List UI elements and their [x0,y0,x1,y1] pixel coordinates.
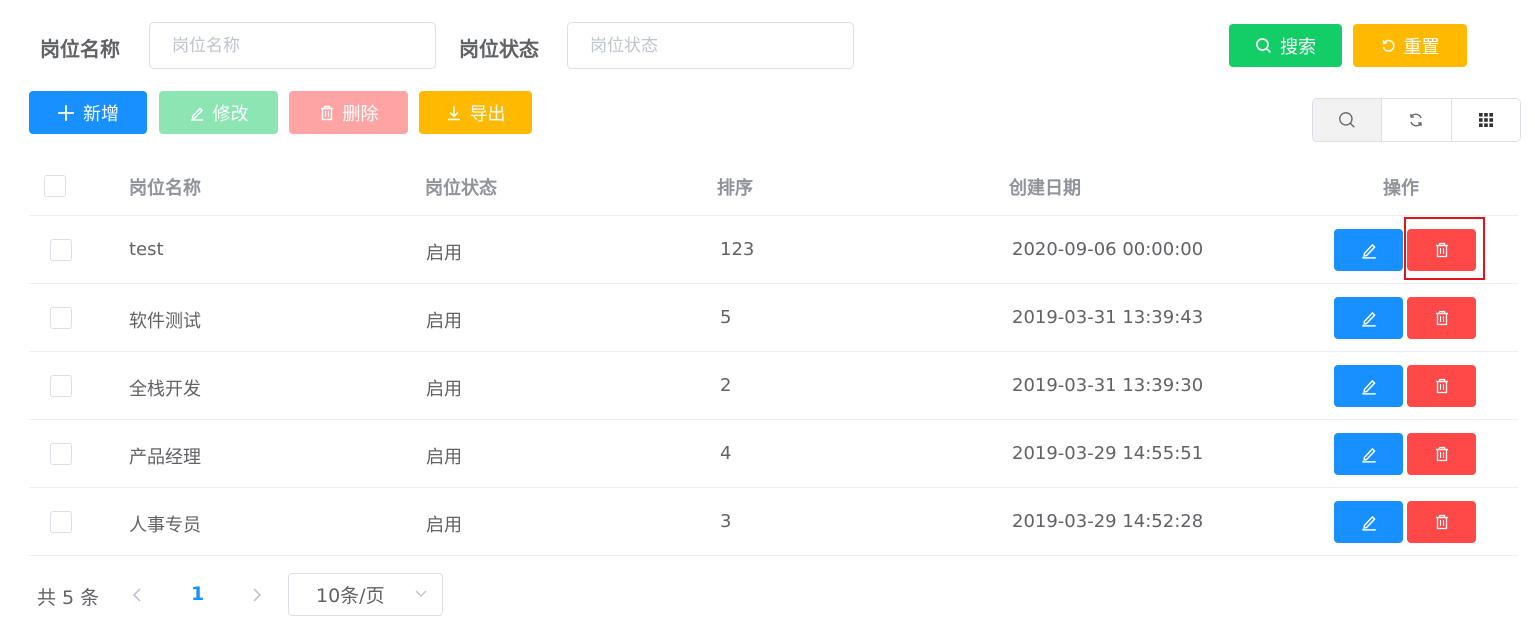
reset-button[interactable]: 重置 [1353,24,1467,67]
cell-created-date: 2019-03-31 13:39:30 [1012,375,1204,396]
delete-button[interactable]: 删除 [289,91,408,134]
row-checkbox[interactable] [50,443,72,465]
edit-icon [1361,311,1376,327]
table-header: 岗位名称 岗位状态 排序 创建日期 操作 [29,152,1518,216]
edit-button-label: 修改 [212,103,249,125]
search-button-label: 搜索 [1280,36,1316,58]
cell-post-name: test [129,239,164,260]
download-icon [447,105,460,120]
edit-button[interactable]: 修改 [159,91,278,134]
post-status-select[interactable] [567,22,854,69]
cell-created-date: 2020-09-06 00:00:00 [1012,239,1204,260]
trash-icon [1435,378,1448,394]
reset-button-label: 重置 [1403,36,1440,58]
pagination-total: 共 5 条 [37,587,100,609]
trash-icon [1435,242,1448,258]
row-delete-button[interactable] [1407,229,1476,271]
column-header-actions: 操作 [1383,178,1419,199]
trash-icon [1435,310,1448,326]
next-page-icon[interactable] [251,584,263,606]
column-header-name: 岗位名称 [129,178,201,199]
columns-button[interactable] [1451,99,1520,141]
search-icon [1339,112,1355,128]
page-size-select[interactable]: 10条/页 [288,573,443,616]
row-checkbox[interactable] [50,239,72,261]
row-delete-button[interactable] [1407,297,1476,339]
cell-post-name: 人事专员 [129,515,201,536]
export-button-label: 导出 [469,103,506,125]
trash-icon [1435,446,1448,462]
row-edit-button[interactable] [1334,433,1403,475]
chevron-down-icon [415,590,427,597]
column-header-sort: 排序 [717,178,753,199]
edit-icon [1361,379,1376,395]
search-icon [1256,38,1272,54]
cell-post-status: 启用 [426,379,462,400]
cell-post-name: 产品经理 [129,447,201,468]
edit-icon [1361,447,1376,463]
table-row: 全栈开发 启用 2 2019-03-31 13:39:30 [29,352,1518,420]
cell-created-date: 2019-03-31 13:39:43 [1012,307,1204,328]
row-edit-button[interactable] [1334,365,1403,407]
post-table: 岗位名称 岗位状态 排序 创建日期 操作 test 启用 123 2020-09-06… [29,152,1518,556]
cell-post-status: 启用 [426,447,462,468]
cell-post-name: 全栈开发 [129,379,201,400]
cell-created-date: 2019-03-29 14:52:28 [1012,511,1204,532]
edit-icon [1361,515,1376,531]
refresh-button[interactable] [1382,99,1452,141]
export-button[interactable]: 导出 [419,91,532,134]
row-delete-button[interactable] [1407,365,1476,407]
cell-sort: 4 [720,443,732,464]
table-body: test 启用 123 2020-09-06 00:00:00 软件测试 启用 5 2019-… [29,216,1518,556]
plus-icon [58,104,74,121]
refresh-icon [1410,113,1423,127]
toggle-search-button[interactable] [1313,99,1383,141]
right-toolbar [1312,98,1521,142]
trash-icon [1435,514,1448,530]
page-size-value: 10条/页 [316,585,385,607]
row-delete-button[interactable] [1407,501,1476,543]
column-header-status: 岗位状态 [425,178,497,199]
cell-created-date: 2019-03-29 14:55:51 [1012,443,1204,464]
cell-post-status: 启用 [426,243,462,264]
cell-post-name: 软件测试 [129,311,201,332]
search-button[interactable]: 搜索 [1229,24,1342,67]
cell-post-status: 启用 [426,311,462,332]
row-edit-button[interactable] [1334,229,1403,271]
prev-page-icon[interactable] [131,584,143,606]
cell-post-status: 启用 [426,515,462,536]
cell-sort: 2 [720,375,732,396]
cell-sort: 3 [720,511,732,532]
columns-grid-icon [1478,113,1493,127]
row-edit-button[interactable] [1334,297,1403,339]
row-edit-button[interactable] [1334,501,1403,543]
row-checkbox[interactable] [50,511,72,533]
edit-icon [1361,243,1376,259]
post-name-input[interactable] [149,22,436,69]
cell-sort: 5 [720,307,732,328]
column-header-created: 创建日期 [1009,178,1081,199]
cell-sort: 123 [720,239,755,260]
edit-icon [190,106,203,121]
page-number-1[interactable]: 1 [191,583,204,605]
table-row: 人事专员 启用 3 2019-03-29 14:52:28 [29,488,1518,556]
trash-icon [320,105,333,120]
row-checkbox[interactable] [50,375,72,397]
add-button-label: 新增 [83,103,119,125]
table-row: 软件测试 启用 5 2019-03-31 13:39:43 [29,284,1518,352]
select-all-checkbox[interactable] [44,175,66,197]
table-row: 产品经理 启用 4 2019-03-29 14:55:51 [29,420,1518,488]
post-status-label: 岗位状态 [459,37,539,61]
post-name-label: 岗位名称 [40,37,120,61]
row-delete-button[interactable] [1407,433,1476,475]
row-checkbox[interactable] [50,307,72,329]
reset-icon [1381,39,1395,52]
add-button[interactable]: 新增 [29,91,147,134]
table-row: test 启用 123 2020-09-06 00:00:00 [29,216,1518,284]
delete-button-label: 删除 [342,103,379,125]
